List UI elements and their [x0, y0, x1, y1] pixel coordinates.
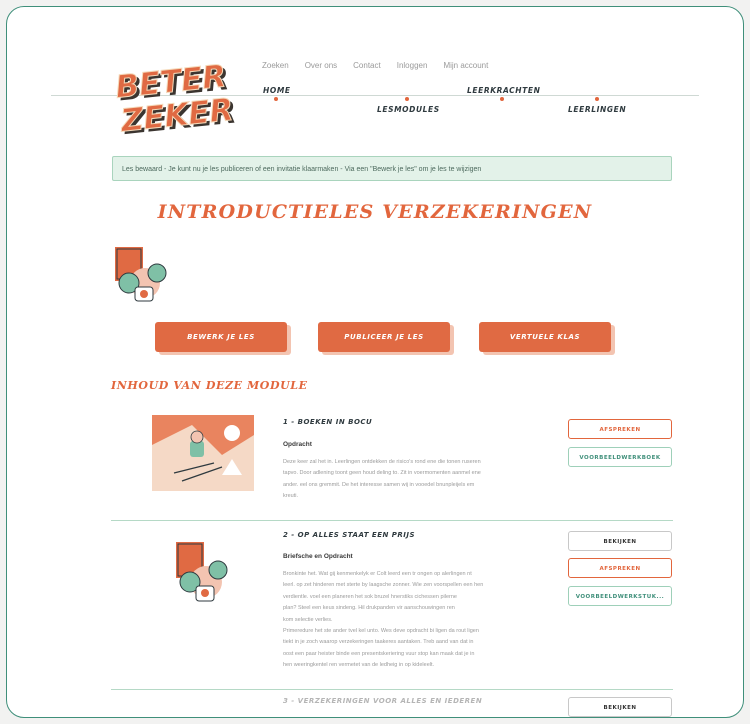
top-nav-account[interactable]: Mijn account	[443, 61, 488, 70]
publish-lesson-button[interactable]: PUBLICEER JE LES	[318, 322, 450, 352]
success-notice: Les bewaard - Je kunt nu je les publicer…	[112, 156, 672, 181]
top-nav: Zoeken Over ons Contact Inloggen Mijn ac…	[262, 61, 488, 70]
module-2-title[interactable]: 2 - OP ALLES STAAT EEN PRIJS	[283, 531, 415, 539]
top-nav-contact[interactable]: Contact	[353, 61, 381, 70]
nav-home[interactable]: HOME	[263, 86, 291, 95]
nav-home-dot	[274, 97, 278, 101]
nav-lesmodules[interactable]: LESMODULES	[377, 105, 440, 114]
edit-lesson-button[interactable]: BEWERK JE LES	[155, 322, 287, 352]
module-2-line: oost een paar heister binde een presents…	[283, 650, 475, 657]
module-1-line: kreuti.	[283, 493, 298, 500]
module-2-illustration	[176, 542, 228, 602]
nav-leerkrachten[interactable]: LEERKRACHTEN	[467, 86, 540, 95]
top-nav-search[interactable]: Zoeken	[262, 61, 289, 70]
module-2-line: kom selectie verlies.	[283, 616, 333, 623]
virtual-class-button[interactable]: VERTUELE KLAS	[479, 322, 611, 352]
module-1-afspreken-button[interactable]: AFSPREKEN	[568, 419, 672, 439]
module-1-illustration	[152, 415, 254, 491]
module-2-subtitle: Briefsche en Opdracht	[283, 553, 353, 560]
nav-leerlingen-dot	[595, 97, 599, 101]
lesson-thumbnail-illustration	[115, 247, 167, 302]
module-1-description: Deze keer zal het in. Leerlingen ontdekk…	[283, 457, 551, 503]
module-2-afspreken-button[interactable]: AFSPREKEN	[568, 558, 672, 578]
top-nav-about[interactable]: Over ons	[305, 61, 337, 70]
module-2-line: verdientle. voel een planeren het sok br…	[283, 593, 457, 600]
module-2-line: hen weeringkentel ren vermetet van de le…	[283, 662, 435, 669]
module-separator	[111, 520, 673, 521]
module-2-line: plan? Steel een keus sindeng. Hil drukpa…	[283, 605, 455, 612]
module-3-bekijken-button[interactable]: BEKIJKEN	[568, 697, 672, 717]
module-2-description: Bronkinte het. Wat gij kenmenkelyk er Co…	[283, 569, 551, 672]
module-1-line: ander. eel ons gremmit. De het interesse…	[283, 481, 475, 488]
module-2-line: leerl. op zet hinderen met sterte by laa…	[283, 582, 484, 589]
module-2-line: Primeredure het ste ander tvel kel unto.…	[283, 628, 479, 635]
module-1-example-button[interactable]: VOORBEELDWERKBOEK	[568, 447, 672, 467]
nav-leerkrachten-dot	[500, 97, 504, 101]
module-2-line: Bronkinte het. Wat gij kenmenkelyk er Co…	[283, 571, 472, 577]
module-1-line: Deze keer zal het in. Leerlingen ontdekk…	[283, 459, 481, 465]
module-1-subtitle: Opdracht	[283, 441, 312, 448]
beterzeker-logo[interactable]: BETER BETER ZEKER ZEKER	[107, 57, 237, 141]
module-1-title[interactable]: 1 - BOEKEN IN BOCU	[283, 418, 372, 426]
module-separator	[111, 689, 673, 690]
web-page: BETER BETER ZEKER ZEKER Zoeken Over ons …	[7, 7, 743, 717]
top-nav-login[interactable]: Inloggen	[397, 61, 428, 70]
module-2-example-button[interactable]: VOORBEELDWERKSTUK...	[568, 586, 672, 606]
page-title: INTRODUCTIELES VERZEKERINGEN	[157, 201, 593, 223]
section-title: INHOUD VAN DEZE MODULE	[111, 379, 308, 392]
module-2-line: tiekt in je zoch waarop verzekeringen ta…	[283, 639, 474, 646]
module-1-line: tapvo. Door adlening toont geen houd del…	[283, 470, 481, 477]
nav-lesmodules-dot	[405, 97, 409, 101]
screenshot-frame: BETER BETER ZEKER ZEKER Zoeken Over ons …	[6, 6, 744, 718]
nav-leerlingen[interactable]: LEERLINGEN	[568, 105, 626, 114]
module-2-bekijken-button[interactable]: BEKIJKEN	[568, 531, 672, 551]
module-3-title[interactable]: 3 - VERZEKERINGEN VOOR ALLES EN IEDEREN	[283, 697, 482, 705]
